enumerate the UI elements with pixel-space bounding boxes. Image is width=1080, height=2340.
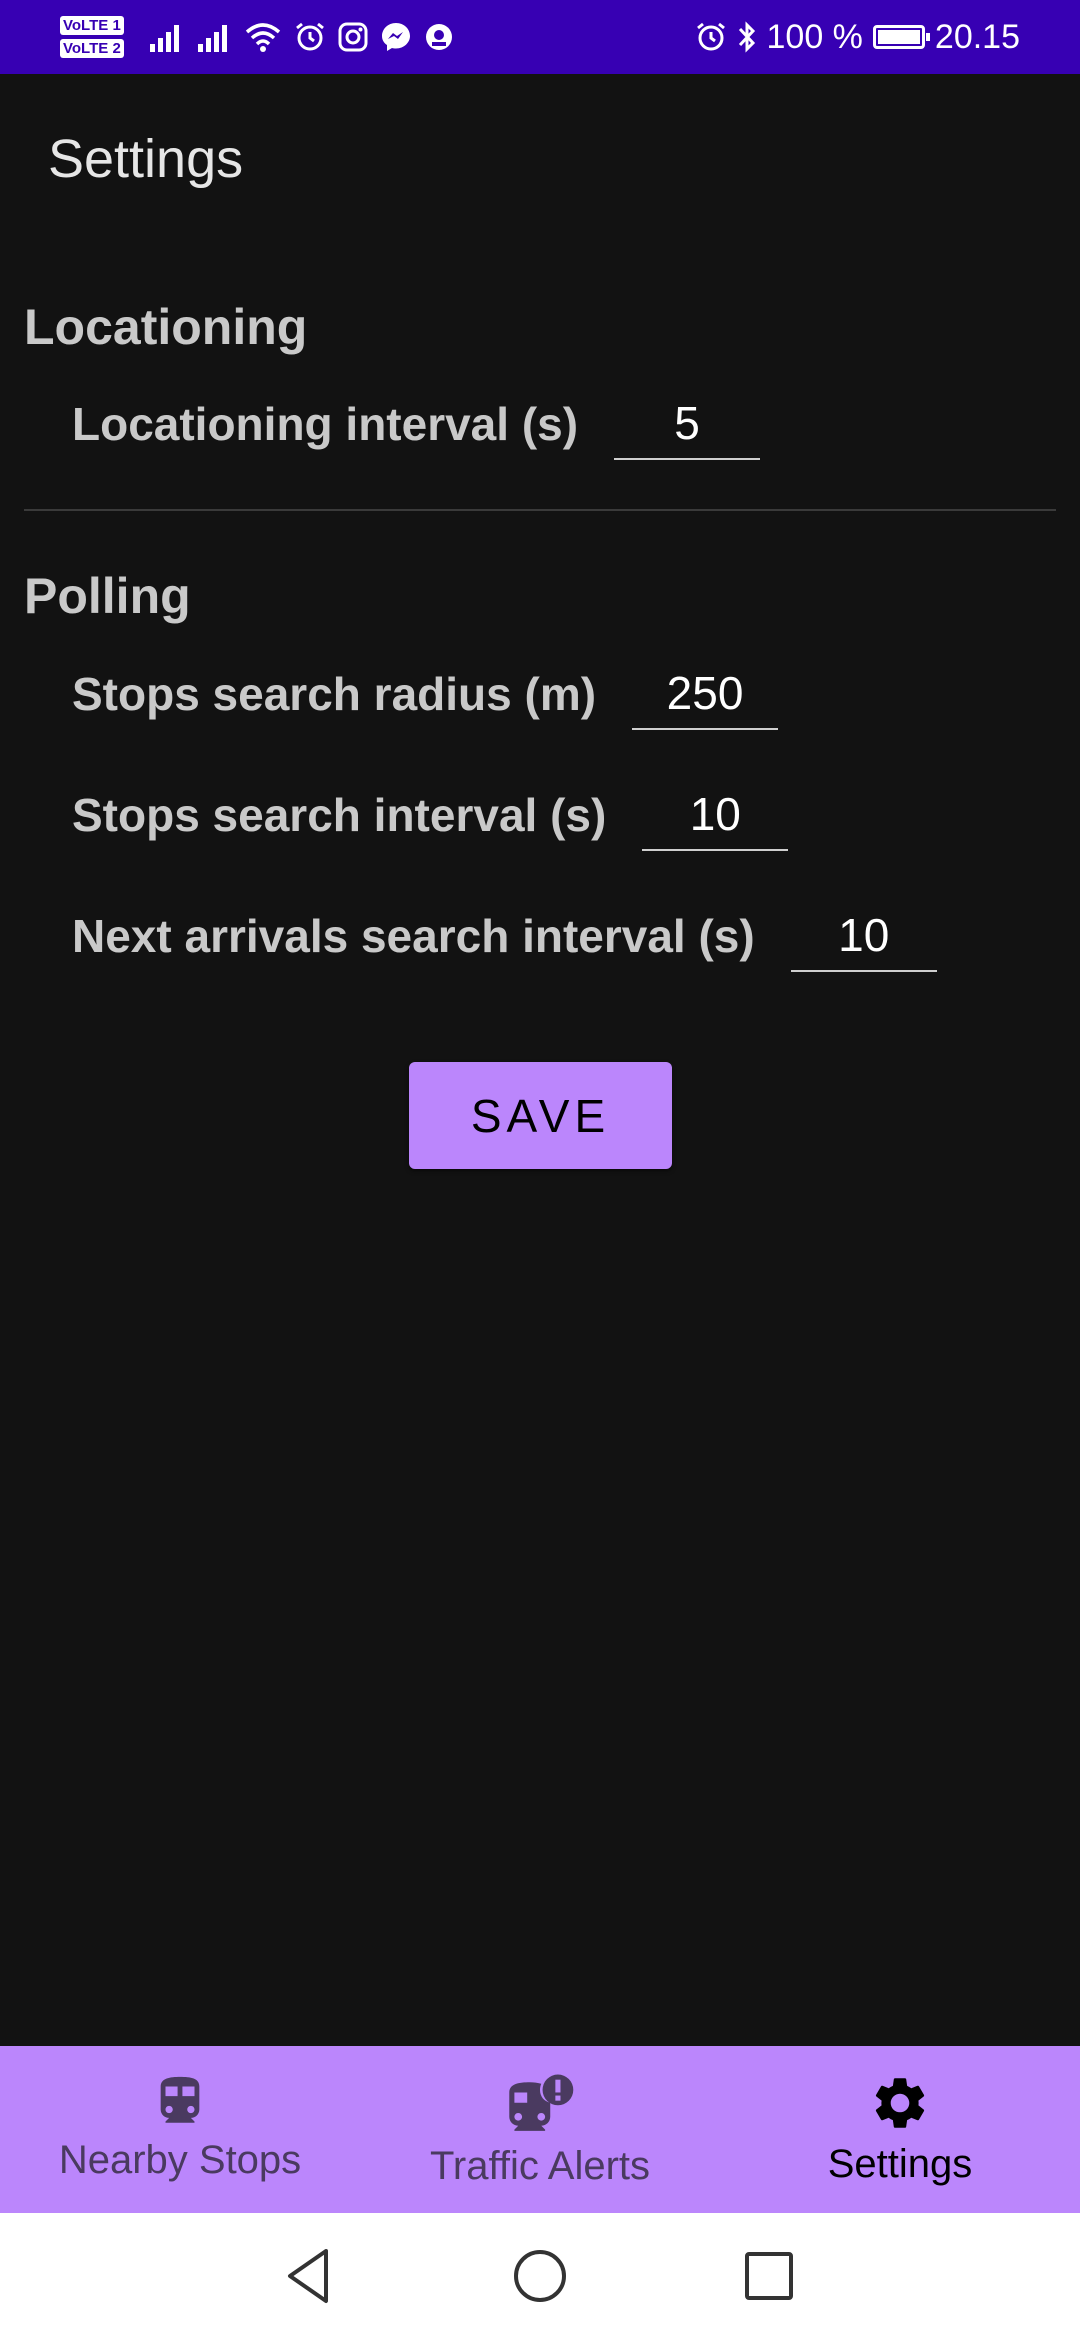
section-title-locationing: Locationing xyxy=(24,299,308,355)
next-arrivals-interval-input[interactable] xyxy=(790,900,937,972)
recents-icon[interactable] xyxy=(736,2243,802,2309)
train-icon xyxy=(151,2072,209,2130)
nav-label: Traffic Alerts xyxy=(429,2144,651,2188)
instagram-icon xyxy=(338,22,368,52)
page-title: Settings xyxy=(48,129,244,189)
nav-item-traffic-alerts[interactable]: Traffic Alerts xyxy=(360,2046,720,2213)
messenger-icon xyxy=(380,21,412,53)
setting-row-locationing-interval: Locationing interval (s) xyxy=(72,384,761,464)
nav-item-nearby-stops[interactable]: Nearby Stops xyxy=(0,2046,360,2213)
bottom-navigation: Nearby Stops Traffic Alerts Settings xyxy=(0,2046,1080,2213)
setting-row-stops-search-interval: Stops search interval (s) xyxy=(72,775,789,855)
section-divider xyxy=(24,509,1056,511)
status-bar-right: 100 % 20.15 xyxy=(695,0,1020,74)
setting-row-next-arrivals-interval: Next arrivals search interval (s) xyxy=(72,896,937,976)
status-bar: VoLTE 1 VoLTE 2 100 % 20.15 xyxy=(0,0,1080,74)
alarm-icon xyxy=(695,21,727,53)
bluetooth-icon xyxy=(737,20,757,54)
locationing-interval-input[interactable] xyxy=(614,388,761,460)
setting-label: Stops search radius (m) xyxy=(72,668,597,720)
alarm-icon xyxy=(294,21,326,53)
volte-sim1-badge: VoLTE 1 xyxy=(60,16,124,35)
battery-percent: 100 % xyxy=(766,17,863,56)
settings-screen: VoLTE 1 VoLTE 2 100 % 20.15 Settings Loc… xyxy=(0,0,1080,2340)
signal-2-icon xyxy=(196,22,232,52)
nav-label: Settings xyxy=(827,2142,973,2186)
gear-icon xyxy=(869,2072,931,2134)
status-bar-left: VoLTE 1 VoLTE 2 xyxy=(60,0,454,74)
section-title-polling: Polling xyxy=(24,568,191,624)
nav-item-settings[interactable]: Settings xyxy=(720,2046,1080,2213)
save-button[interactable]: SAVE xyxy=(409,1062,672,1169)
wifi-icon xyxy=(244,22,282,52)
signal-1-icon xyxy=(148,22,184,52)
volte-sim2-badge: VoLTE 2 xyxy=(60,39,124,58)
battery-level-fill xyxy=(877,30,920,44)
setting-label: Locationing interval (s) xyxy=(72,398,579,450)
battery-charging-icon xyxy=(872,25,930,49)
nav-label: Nearby Stops xyxy=(58,2138,302,2182)
status-time: 20.15 xyxy=(934,17,1020,56)
volte-indicators: VoLTE 1 VoLTE 2 xyxy=(60,16,124,58)
app-notification-icon xyxy=(424,22,454,52)
back-icon[interactable] xyxy=(276,2243,342,2309)
stops-search-interval-input[interactable] xyxy=(642,779,789,851)
setting-label: Next arrivals search interval (s) xyxy=(72,910,755,962)
train-alert-icon xyxy=(504,2072,576,2136)
system-navigation-bar xyxy=(0,2213,1080,2340)
setting-label: Stops search interval (s) xyxy=(72,789,607,841)
stops-search-radius-input[interactable] xyxy=(632,658,779,730)
home-icon[interactable] xyxy=(507,2243,573,2309)
setting-row-stops-search-radius: Stops search radius (m) xyxy=(72,654,779,734)
